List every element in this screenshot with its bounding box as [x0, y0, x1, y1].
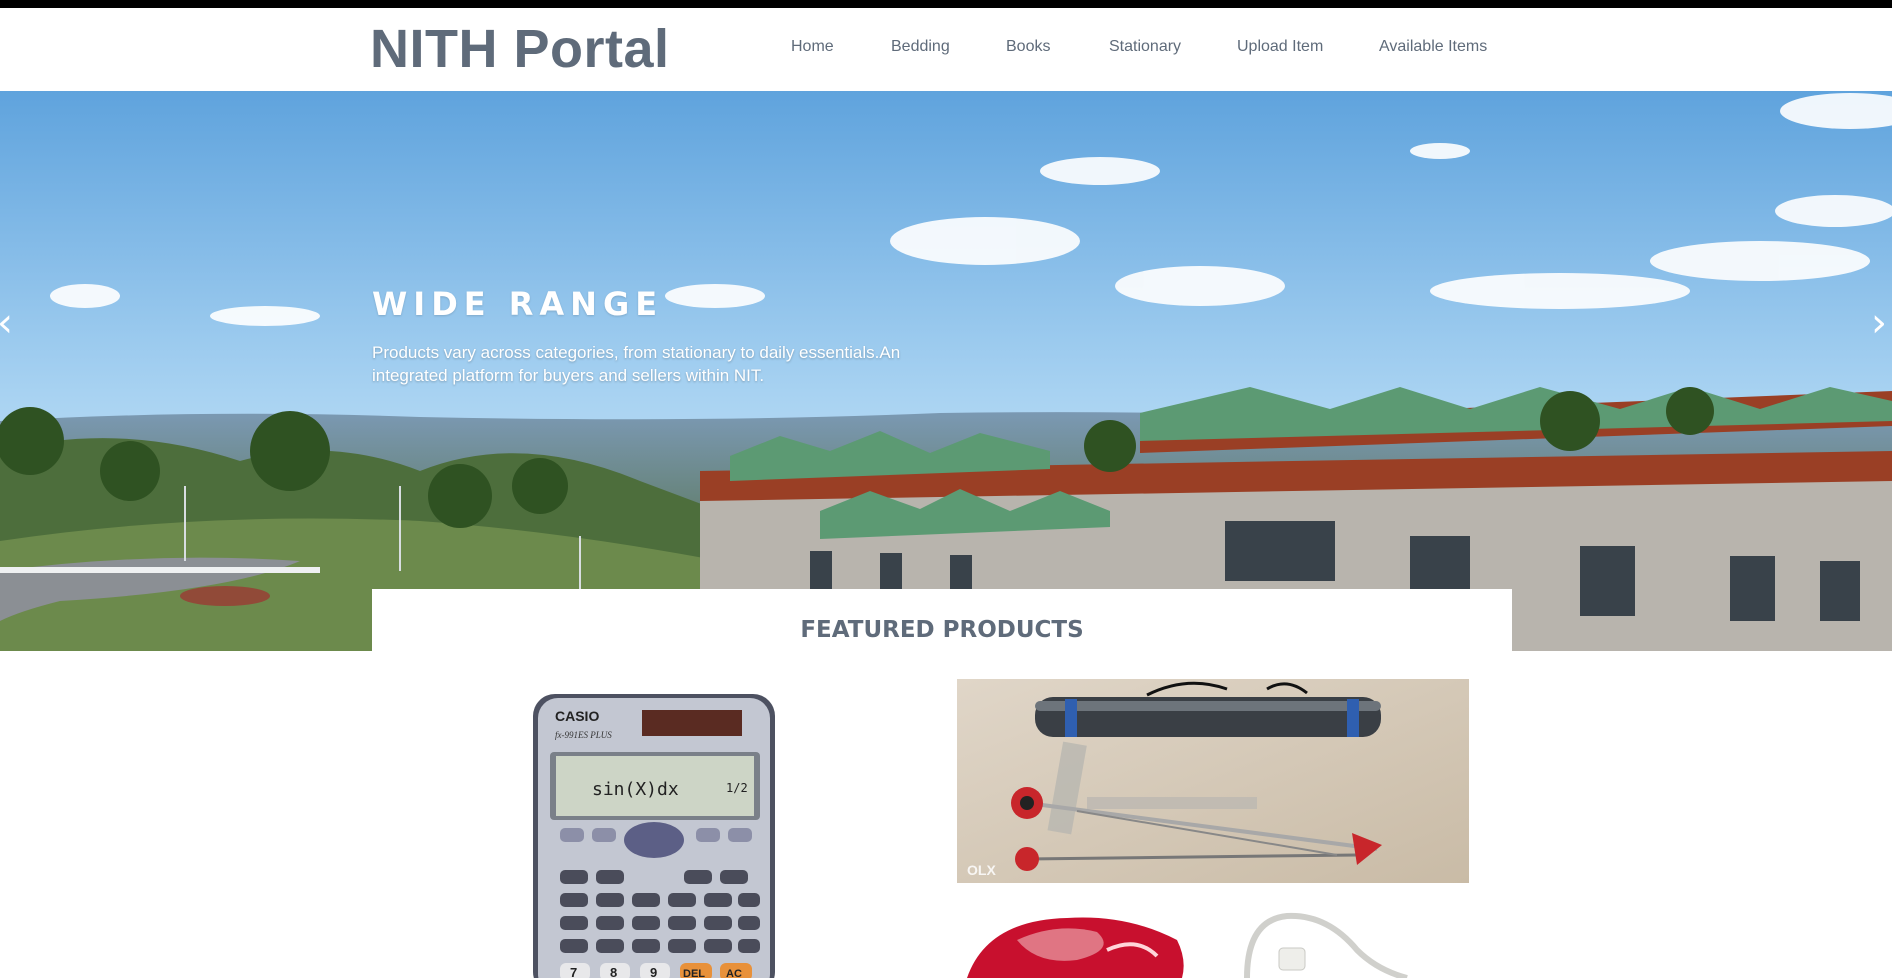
- calculator-model: fx-991ES PLUS: [555, 730, 612, 740]
- slide-description: Products vary across categories, from st…: [372, 343, 901, 385]
- calculator-display: sin(X)dx: [592, 779, 679, 800]
- carousel-next-button[interactable]: ›: [1864, 301, 1892, 345]
- calculator-fraction: 1/2: [726, 781, 748, 795]
- featured-products-title: FEATURED PRODUCTS: [800, 617, 1084, 643]
- nav-books[interactable]: Books: [1006, 38, 1050, 56]
- product-card-bedding[interactable]: [957, 910, 1469, 978]
- nav-home[interactable]: Home: [791, 38, 834, 56]
- hero-campus-image: [0, 91, 1892, 651]
- calculator-key-ac: AC: [726, 968, 742, 978]
- product-card-drawing-kit[interactable]: OLX: [957, 679, 1469, 883]
- calculator-image: CASIO fx-991ES PLUS sin(X)dx 1/2 7 8 9 D…: [533, 694, 775, 978]
- top-black-bar: [0, 0, 1892, 8]
- calculator-brand: CASIO: [555, 708, 599, 724]
- chevron-left-icon: ‹: [0, 300, 13, 346]
- nav-upload-item[interactable]: Upload Item: [1237, 38, 1323, 56]
- calculator-key-8: 8: [610, 965, 617, 978]
- nav-bedding[interactable]: Bedding: [891, 38, 950, 56]
- slide-title: WIDE RANGE: [372, 285, 664, 323]
- olx-watermark: OLX: [967, 862, 996, 878]
- bedding-image: [957, 910, 1469, 978]
- nav-available-items[interactable]: Available Items: [1379, 38, 1487, 56]
- featured-heading-panel: FEATURED PRODUCTS: [372, 589, 1512, 651]
- hero-carousel: WIDE RANGE Products vary across categori…: [0, 91, 1892, 651]
- main-nav: Home Bedding Books Stationary Upload Ite…: [0, 38, 1892, 68]
- nav-stationary[interactable]: Stationary: [1109, 38, 1181, 56]
- calculator-key-7: 7: [570, 965, 577, 978]
- calculator-key-del: DEL: [683, 968, 705, 978]
- site-header: NITH Portal Home Bedding Books Stationar…: [0, 8, 1892, 91]
- calculator-key-9: 9: [650, 965, 657, 978]
- carousel-prev-button[interactable]: ‹: [0, 301, 20, 345]
- chevron-right-icon: ›: [1871, 300, 1887, 346]
- product-card-calculator[interactable]: CASIO fx-991ES PLUS sin(X)dx 1/2 7 8 9 D…: [520, 680, 788, 978]
- drawing-kit-image: OLX: [957, 679, 1469, 883]
